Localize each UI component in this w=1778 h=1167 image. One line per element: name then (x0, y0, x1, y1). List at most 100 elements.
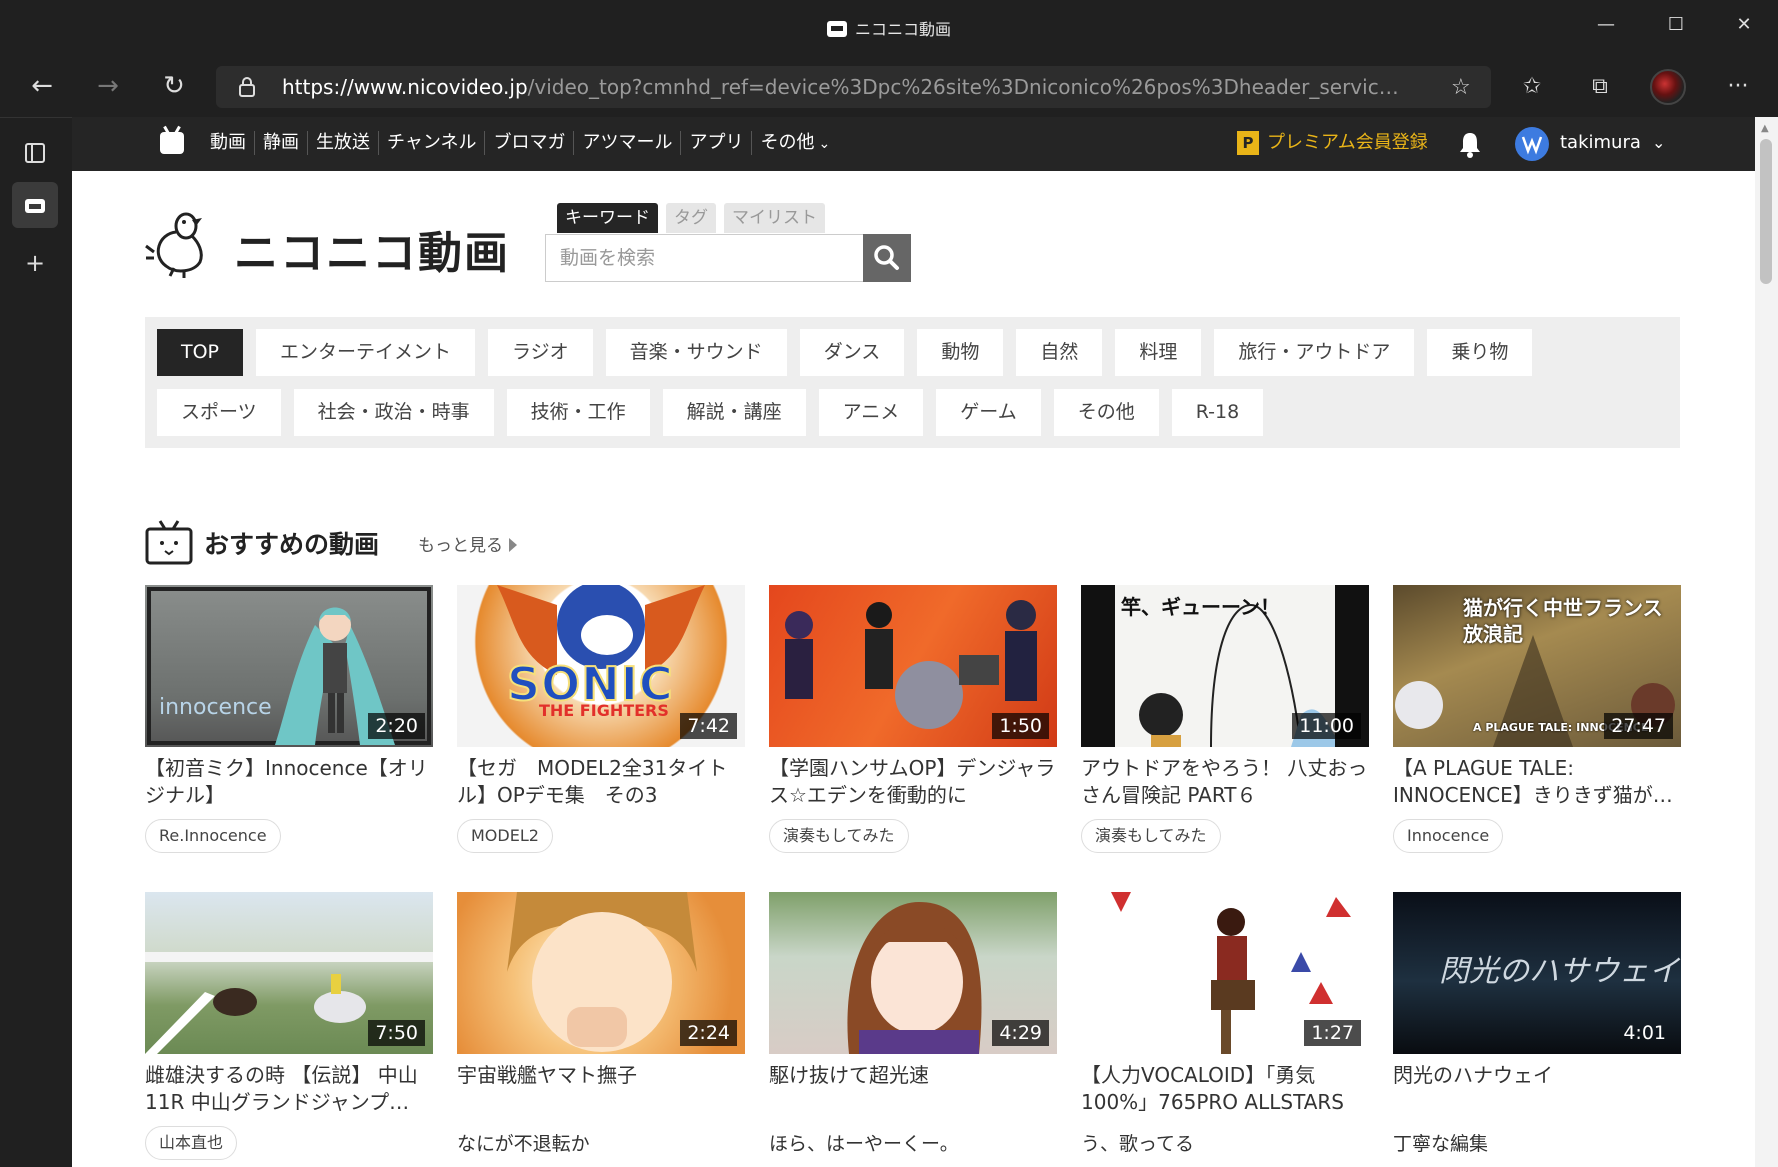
video-title[interactable]: 【A PLAGUE TALE: INNOCENCE】きりきず猫が行く中世フランス… (1393, 755, 1681, 809)
video-title[interactable]: アウトドアをやろう！ 八丈おっさん冒険記 PART６ (1081, 755, 1369, 809)
category-lecture[interactable]: 解説・講座 (662, 389, 806, 436)
address-bar[interactable]: https://www.nicovideo.jp/video_top?cmnhd… (216, 66, 1491, 108)
video-card[interactable]: innocence 2:20 【初音ミク】Innocence【オリジナル】 Re… (145, 585, 433, 853)
nav-blomaga[interactable]: ブロマガ (484, 131, 573, 155)
profile-avatar[interactable] (1650, 69, 1686, 105)
video-card[interactable]: SONIC THE FIGHTERS 7:42 【セガ MODEL2全31タイト… (457, 585, 745, 853)
video-title[interactable]: 宇宙戦艦ヤマト撫子 (457, 1062, 745, 1116)
category-nature[interactable]: 自然 (1016, 329, 1103, 376)
category-music[interactable]: 音楽・サウンド (605, 329, 787, 376)
forward-button[interactable]: → (88, 67, 128, 107)
tab-tag[interactable]: タグ (666, 203, 716, 233)
video-thumbnail[interactable]: innocence 2:20 (145, 585, 433, 747)
video-card[interactable]: 4:29 駆け抜けて超光速 ほら、はーやーくー。 (769, 892, 1057, 1158)
video-title[interactable]: 【人力VOCALOID】「勇気100%」765PRO ALLSTARS (1081, 1062, 1369, 1116)
notification-bell-icon[interactable] (1457, 130, 1483, 158)
back-button[interactable]: ← (22, 67, 62, 107)
category-society[interactable]: 社会・政治・時事 (293, 389, 494, 436)
nav-douga[interactable]: 動画 (202, 131, 254, 155)
category-sports[interactable]: スポーツ (157, 389, 281, 436)
video-card[interactable]: 1:27 【人力VOCALOID】「勇気100%」765PRO ALLSTARS… (1081, 892, 1369, 1158)
maximize-button[interactable]: ☐ (1654, 8, 1698, 42)
video-comment: なにが不退転か (457, 1133, 590, 1155)
category-animal[interactable]: 動物 (917, 329, 1004, 376)
premium-signup-link[interactable]: P プレミアム会員登録 (1237, 131, 1428, 155)
category-entertainment[interactable]: エンターテイメント (256, 329, 476, 376)
see-more-link[interactable]: もっと見る (418, 531, 517, 556)
video-tag[interactable]: MODEL2 (457, 819, 553, 853)
video-thumbnail[interactable]: 1:50 (769, 585, 1057, 747)
video-thumbnail[interactable]: 閃光のハサウェイ 4:01 (1393, 892, 1681, 1054)
scrollbar-thumb[interactable] (1760, 139, 1772, 284)
add-favorite-icon[interactable]: ☆ (1451, 75, 1477, 100)
video-title[interactable]: 閃光のハナウェイ (1393, 1062, 1681, 1116)
video-card[interactable]: 1:50 【学園ハンサムOP】デンジャラス☆エデンを衝動的に 演奏もしてみた (769, 585, 1057, 853)
video-title[interactable]: 雌雄決するの時 【伝説】 中山11R 中山グランドジャンプ（J・GⅠ） (145, 1062, 433, 1116)
video-thumbnail[interactable]: 7:50 (145, 892, 433, 1054)
video-card[interactable]: 2:24 宇宙戦艦ヤマト撫子 なにが不退転か (457, 892, 745, 1158)
chevron-down-icon[interactable]: ⌄ (1652, 131, 1665, 155)
video-title[interactable]: 駆け抜けて超光速 (769, 1062, 1057, 1116)
settings-menu-button[interactable]: ··· (1718, 67, 1758, 107)
video-tag[interactable]: 山本直也 (145, 1126, 238, 1160)
nav-other[interactable]: その他 ⌄ (751, 131, 838, 155)
category-radio[interactable]: ラジオ (488, 329, 593, 376)
category-game[interactable]: ゲーム (936, 389, 1041, 436)
nav-seiga[interactable]: 静画 (254, 131, 307, 155)
video-title[interactable]: 【学園ハンサムOP】デンジャラス☆エデンを衝動的に (769, 755, 1057, 809)
tab-niconico[interactable] (12, 182, 58, 228)
tab-mylist[interactable]: マイリスト (724, 203, 825, 233)
category-r18[interactable]: R-18 (1171, 389, 1264, 436)
page-scrollbar[interactable]: ▲ (1755, 117, 1778, 1167)
collections-icon[interactable]: ⧉ (1580, 67, 1620, 107)
video-thumbnail[interactable]: 竿、ギューーン！ 11:00 (1081, 585, 1369, 747)
video-duration: 7:42 (680, 713, 737, 739)
favorites-icon[interactable]: ✩ (1512, 67, 1552, 107)
nav-app[interactable]: アプリ (680, 131, 751, 155)
nav-channel[interactable]: チャンネル (378, 131, 484, 155)
video-tag[interactable]: 演奏もしてみた (769, 819, 909, 853)
video-tag[interactable]: Re.Innocence (145, 819, 281, 853)
video-thumbnail[interactable]: 猫が行く中世フランス放浪記 A PLAGUE TALE: INNOCENCE 2… (1393, 585, 1681, 747)
category-vehicle[interactable]: 乗り物 (1427, 329, 1533, 376)
niconico-tv-icon[interactable] (160, 132, 184, 154)
category-top[interactable]: TOP (157, 329, 244, 376)
tab-keyword[interactable]: キーワード (557, 203, 658, 233)
category-cooking[interactable]: 料理 (1115, 329, 1202, 376)
reload-button[interactable]: ↻ (154, 67, 194, 107)
video-comment: ほら、はーやーくー。 (769, 1133, 959, 1155)
video-card[interactable]: 竿、ギューーン！ 11:00 アウトドアをやろう！ 八丈おっさん冒険記 PART… (1081, 585, 1369, 853)
video-title[interactable]: 【初音ミク】Innocence【オリジナル】 (145, 755, 433, 809)
video-thumbnail[interactable]: 4:29 (769, 892, 1057, 1054)
niconico-bird-logo[interactable] (144, 206, 214, 280)
video-tag[interactable]: 演奏もしてみた (1081, 819, 1221, 853)
minimize-button[interactable]: — (1584, 8, 1628, 42)
category-dance[interactable]: ダンス (799, 329, 905, 376)
video-thumbnail[interactable]: 2:24 (457, 892, 745, 1054)
video-card[interactable]: 7:50 雌雄決するの時 【伝説】 中山11R 中山グランドジャンプ（J・GⅠ）… (145, 892, 433, 1160)
tab-actions-icon[interactable] (12, 130, 58, 176)
video-duration: 4:01 (1623, 1022, 1666, 1044)
new-tab-icon[interactable]: + (12, 240, 58, 286)
search-button[interactable] (863, 234, 911, 282)
video-title[interactable]: 【セガ MODEL2全31タイトル】OPデモ集 その3 (457, 755, 745, 809)
video-card[interactable]: 猫が行く中世フランス放浪記 A PLAGUE TALE: INNOCENCE 2… (1393, 585, 1681, 853)
category-travel[interactable]: 旅行・アウトドア (1214, 329, 1415, 376)
category-anime[interactable]: アニメ (818, 389, 924, 436)
category-other[interactable]: その他 (1053, 389, 1159, 436)
video-thumbnail[interactable]: SONIC THE FIGHTERS 7:42 (457, 585, 745, 747)
category-tech[interactable]: 技術・工作 (506, 389, 650, 436)
vertical-tabs-sidebar: + (0, 117, 72, 1167)
search-input[interactable]: 動画を検索 (545, 234, 863, 282)
video-duration: 27:47 (1604, 713, 1673, 739)
nav-atsumaru[interactable]: アツマール (573, 131, 680, 155)
video-card[interactable]: 閃光のハサウェイ 4:01 閃光のハナウェイ 丁寧な編集 (1393, 892, 1681, 1158)
scroll-up-arrow-icon[interactable]: ▲ (1761, 123, 1769, 134)
nav-live[interactable]: 生放送 (307, 131, 378, 155)
user-avatar[interactable] (1515, 127, 1549, 161)
close-window-button[interactable]: ✕ (1722, 8, 1766, 42)
username[interactable]: takimura (1560, 131, 1641, 155)
site-logo-text[interactable]: ニコニコ動画 (234, 217, 510, 281)
video-thumbnail[interactable]: 1:27 (1081, 892, 1369, 1054)
video-tag[interactable]: Innocence (1393, 819, 1504, 853)
